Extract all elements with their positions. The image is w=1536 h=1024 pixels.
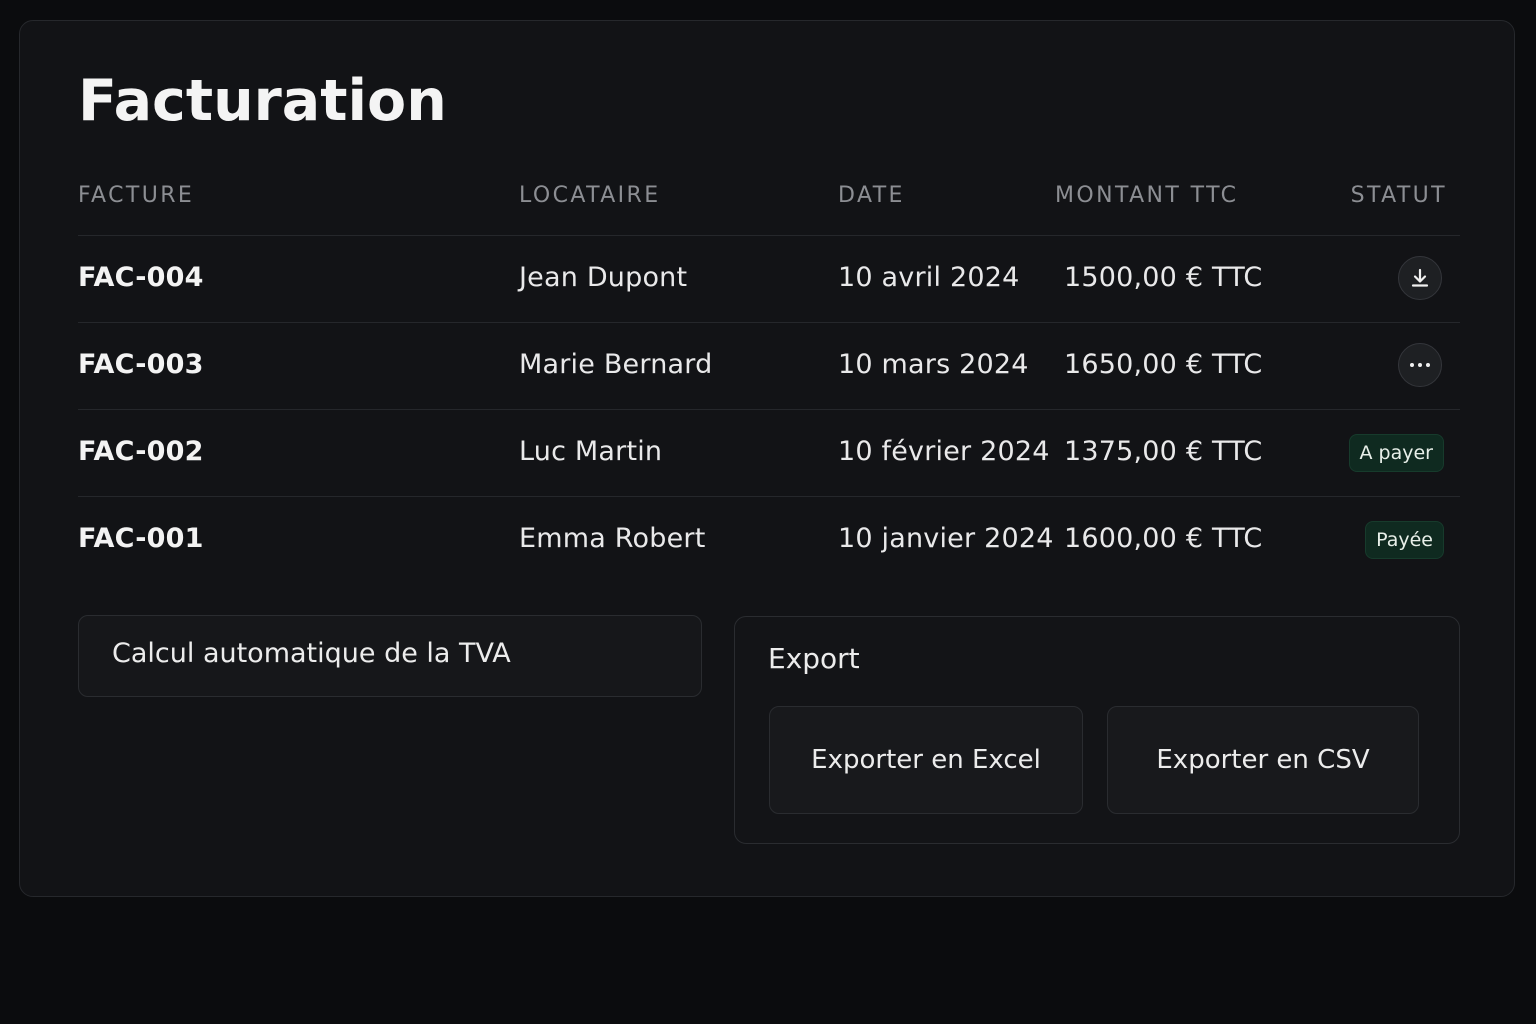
tenant-name: Jean Dupont: [519, 262, 688, 293]
invoice-date: 10 mars 2024: [838, 349, 1029, 380]
status-badge: A payer: [1348, 434, 1444, 472]
invoice-date: 10 février 2024: [838, 436, 1050, 467]
invoice-amount: 1600,00 € TTC: [1064, 523, 1263, 554]
header-amount: MONTANT TTC: [1055, 183, 1239, 208]
header-status: STATUT: [1350, 183, 1447, 208]
tenant-name: Marie Bernard: [519, 349, 713, 380]
auto-vat-label: Calcul automatique de la TVA: [112, 638, 511, 669]
export-title: Export: [768, 642, 860, 675]
invoice-number[interactable]: FAC-003: [78, 349, 204, 380]
header-date: DATE: [838, 183, 905, 208]
status-badge: Payée: [1365, 521, 1444, 559]
table-row[interactable]: FAC-003 Marie Bernard 10 mars 2024 1650,…: [78, 323, 1460, 410]
invoice-amount: 1650,00 € TTC: [1064, 349, 1263, 380]
more-options-button[interactable]: [1398, 343, 1442, 387]
download-button[interactable]: [1398, 256, 1442, 300]
invoice-amount: 1375,00 € TTC: [1064, 436, 1263, 467]
invoice-number[interactable]: FAC-001: [78, 523, 204, 554]
invoice-number[interactable]: FAC-004: [78, 262, 204, 293]
invoice-date: 10 avril 2024: [838, 262, 1020, 293]
table-header: FACTURE LOCATAIRE DATE MONTANT TTC STATU…: [78, 173, 1460, 236]
export-csv-button[interactable]: Exporter en CSV: [1107, 706, 1419, 814]
invoices-table: FACTURE LOCATAIRE DATE MONTANT TTC STATU…: [78, 173, 1460, 583]
invoice-number[interactable]: FAC-002: [78, 436, 204, 467]
export-section: Export Exporter en Excel Exporter en CSV: [734, 616, 1460, 844]
auto-vat-option[interactable]: Calcul automatique de la TVA: [78, 615, 702, 697]
tenant-name: Luc Martin: [519, 436, 663, 467]
export-excel-button[interactable]: Exporter en Excel: [769, 706, 1083, 814]
table-row[interactable]: FAC-002 Luc Martin 10 février 2024 1375,…: [78, 410, 1460, 497]
header-invoice: FACTURE: [78, 183, 195, 208]
invoice-amount: 1500,00 € TTC: [1064, 262, 1263, 293]
tenant-name: Emma Robert: [519, 523, 706, 554]
table-row[interactable]: FAC-004 Jean Dupont 10 avril 2024 1500,0…: [78, 236, 1460, 323]
invoice-date: 10 janvier 2024: [838, 523, 1054, 554]
header-tenant: LOCATAIRE: [519, 183, 661, 208]
more-icon: [1410, 363, 1430, 367]
page-title: Facturation: [78, 68, 447, 134]
table-row[interactable]: FAC-001 Emma Robert 10 janvier 2024 1600…: [78, 497, 1460, 583]
download-icon: [1411, 268, 1429, 287]
billing-panel: Facturation FACTURE LOCATAIRE DATE MONTA…: [19, 20, 1515, 897]
